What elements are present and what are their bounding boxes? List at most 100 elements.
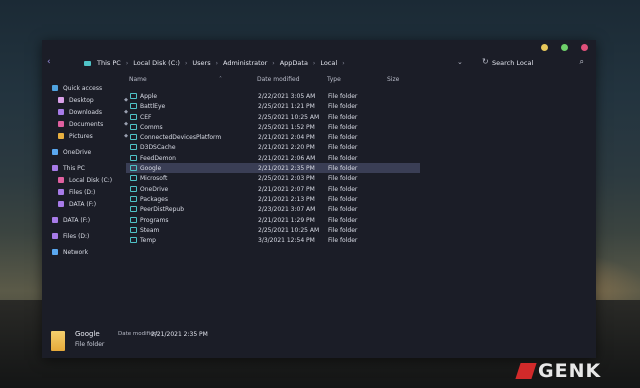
file-row[interactable]: Apple 2/22/2021 3:05 AM File folder: [126, 91, 420, 101]
file-type: File folder: [328, 226, 358, 234]
drive-icon: [52, 217, 58, 223]
sidebar-item-documents[interactable]: Documents ◆: [52, 118, 128, 130]
file-date: 2/21/2021 2:06 AM: [258, 154, 316, 162]
file-type: File folder: [328, 206, 358, 214]
file-row[interactable]: D3DSCache 2/21/2021 2:20 PM File folder: [126, 142, 420, 152]
folder-icon: [130, 195, 137, 202]
column-header-type[interactable]: Type: [327, 76, 341, 83]
download-icon: [58, 109, 64, 115]
folder-icon: [130, 206, 137, 213]
folder-icon: [130, 123, 137, 130]
sidebar-item-label: Network: [63, 248, 89, 256]
network-icon: [52, 249, 58, 255]
file-row[interactable]: Google 2/21/2021 2:35 PM File folder: [126, 163, 420, 174]
file-name: Apple: [140, 93, 158, 100]
file-type: File folder: [328, 113, 358, 121]
chevron-right-icon: ›: [125, 59, 129, 67]
logo-text: GENK: [538, 360, 602, 382]
chevron-right-icon: ›: [342, 59, 345, 67]
search-input[interactable]: Search Local: [492, 59, 533, 67]
sidebar-item-label: Desktop: [69, 96, 94, 104]
sidebar-item-local-disk[interactable]: Local Disk (C:): [52, 174, 124, 186]
file-name: ConnectedDevicesPlatform: [140, 134, 222, 142]
column-header-date[interactable]: Date modified: [257, 76, 300, 83]
sidebar-item-network[interactable]: Network: [52, 246, 124, 258]
file-row[interactable]: CEF 2/25/2021 10:25 AM File folder: [126, 112, 420, 122]
drive-icon: [52, 233, 58, 239]
sidebar-item-data-f-root[interactable]: DATA (F:): [52, 214, 124, 226]
file-type: File folder: [328, 175, 358, 183]
sidebar-item-label: OneDrive: [63, 148, 92, 156]
file-row[interactable]: Temp 3/3/2021 12:54 PM File folder: [126, 235, 420, 245]
file-row[interactable]: ConnectedDevicesPlatform 2/21/2021 2:04 P…: [126, 132, 420, 142]
file-type: File folder: [328, 123, 358, 131]
file-date: 2/21/2021 2:20 PM: [258, 144, 315, 152]
folder-icon: [130, 175, 137, 182]
sidebar-item-onedrive[interactable]: OneDrive: [52, 146, 124, 158]
file-row[interactable]: Packages 2/21/2021 2:13 PM File folder: [126, 194, 420, 204]
file-row[interactable]: OneDrive 2/21/2021 2:07 PM File folder: [126, 184, 420, 194]
details-name: Google: [75, 330, 100, 338]
address-bar: ‹ This PC › Local Disk (C:) › Users › Ad…: [42, 57, 596, 71]
file-date: 2/21/2021 1:29 PM: [258, 216, 315, 224]
details-type: File folder: [75, 341, 105, 348]
crumb-local[interactable]: Local: [320, 59, 337, 67]
crumb-administrator[interactable]: Administrator: [223, 59, 267, 67]
desktop-icon: [58, 97, 64, 103]
sidebar-item-label: Files (D:): [69, 188, 96, 196]
crumb-local-disk[interactable]: Local Disk (C:): [133, 59, 180, 67]
file-date: 2/25/2021 10:25 AM: [258, 113, 320, 121]
file-row[interactable]: Microsoft 2/25/2021 2:03 PM File folder: [126, 173, 420, 183]
sidebar-item-quick-access[interactable]: Quick access: [52, 82, 124, 94]
file-date: 2/25/2021 10:25 AM: [258, 226, 320, 234]
chevron-right-icon: ›: [215, 59, 218, 67]
sidebar-item-desktop[interactable]: Desktop ◆: [52, 94, 128, 106]
sidebar-item-downloads[interactable]: Downloads ◆: [52, 106, 128, 118]
sidebar-item-files-d-root[interactable]: Files (D:): [52, 230, 124, 242]
chevron-down-icon[interactable]: ⌄: [457, 58, 463, 66]
computer-icon: [52, 165, 58, 171]
minimize-button[interactable]: [541, 44, 548, 51]
sidebar-item-label: Files (D:): [63, 232, 90, 240]
sidebar-item-pictures[interactable]: Pictures ◆: [52, 130, 128, 142]
file-date: 2/22/2021 3:05 AM: [258, 93, 316, 100]
sidebar-item-this-pc[interactable]: This PC: [52, 162, 124, 174]
maximize-button[interactable]: [561, 44, 568, 51]
window-controls: [541, 44, 588, 51]
sort-caret-icon: ˄: [219, 76, 222, 83]
file-date: 2/21/2021 2:35 PM: [258, 165, 315, 173]
file-row[interactable]: Steam 2/25/2021 10:25 AM File folder: [126, 225, 420, 235]
folder-icon: [130, 134, 137, 141]
folder-icon: [130, 185, 137, 192]
close-button[interactable]: [581, 44, 588, 51]
breadcrumb[interactable]: This PC › Local Disk (C:) › Users › Admi…: [84, 59, 350, 67]
file-row[interactable]: PeerDistRepub 2/23/2021 3:07 AM File folde…: [126, 204, 420, 214]
file-type: File folder: [328, 165, 358, 173]
column-header-name[interactable]: Name: [129, 76, 147, 83]
picture-icon: [58, 133, 64, 139]
folder-icon: [130, 154, 137, 161]
file-name: Programs: [140, 216, 169, 224]
file-row[interactable]: BattlEye 2/25/2021 1:21 PM File folder: [126, 101, 420, 111]
column-header-size[interactable]: Size: [387, 76, 399, 83]
file-row[interactable]: Comms 2/25/2021 1:52 PM File folder: [126, 122, 420, 132]
file-row[interactable]: Programs 2/21/2021 1:29 PM File folder: [126, 215, 420, 225]
file-date: 2/21/2021 2:13 PM: [258, 195, 315, 203]
cloud-icon: [52, 149, 58, 155]
drive-icon: [58, 201, 64, 207]
search-icon[interactable]: ⌕: [580, 57, 584, 67]
crumb-appdata[interactable]: AppData: [280, 59, 308, 67]
refresh-icon[interactable]: ↻: [482, 57, 489, 66]
file-explorer-window: ‹ This PC › Local Disk (C:) › Users › Ad…: [42, 40, 596, 358]
file-date: 2/21/2021 2:04 PM: [258, 134, 315, 142]
file-row[interactable]: FeedDemon 2/21/2021 2:06 AM File folder: [126, 153, 420, 163]
crumb-this-pc[interactable]: This PC: [97, 59, 121, 67]
folder-icon: [130, 216, 137, 223]
back-arrow-icon[interactable]: ‹: [47, 57, 51, 67]
sidebar-item-data-f[interactable]: DATA (F:): [52, 198, 124, 210]
file-name: Comms: [140, 123, 163, 131]
crumb-users[interactable]: Users: [192, 59, 210, 67]
file-date: 2/25/2021 1:21 PM: [258, 103, 315, 111]
sidebar-item-files-d[interactable]: Files (D:): [52, 186, 124, 198]
sidebar-item-label: Downloads: [69, 108, 102, 116]
